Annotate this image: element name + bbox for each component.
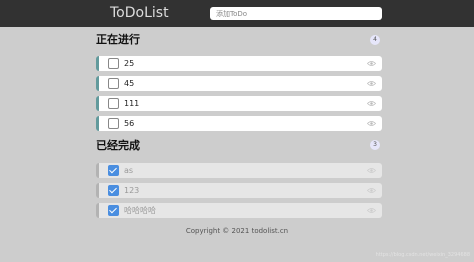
eye-icon[interactable] (367, 120, 376, 127)
todo-item-label[interactable]: 111 (124, 96, 139, 111)
todo-item: 56 (96, 116, 382, 131)
done-checkbox[interactable] (108, 205, 119, 216)
section-title-done: 已经完成 (96, 139, 140, 152)
eye-icon[interactable] (367, 167, 376, 174)
count-badge-done: 3 (370, 140, 380, 150)
todo-item-label[interactable]: 25 (124, 56, 134, 71)
todo-checkbox[interactable] (108, 98, 119, 109)
eye-icon[interactable] (367, 60, 376, 67)
done-item: 123 (96, 183, 382, 198)
done-item-label[interactable]: 123 (124, 183, 139, 198)
todo-checkbox[interactable] (108, 58, 119, 69)
count-badge-in-progress: 4 (370, 35, 380, 45)
done-item: 哈哈哈哈 (96, 203, 382, 218)
add-todo-input[interactable] (210, 7, 382, 20)
todo-item: 25 (96, 56, 382, 71)
header-bar: ToDoList (0, 0, 474, 27)
todo-item-label[interactable]: 56 (124, 116, 134, 131)
section-title-in-progress: 正在进行 (96, 33, 140, 46)
done-checkbox[interactable] (108, 185, 119, 196)
footer-copyright: Copyright © 2021 todolist.cn (185, 227, 289, 235)
todo-item: 45 (96, 76, 382, 91)
watermark: https://blog.csdn.net/weixin_3294688 (375, 252, 470, 258)
done-checkbox[interactable] (108, 165, 119, 176)
app-title: ToDoList (110, 5, 169, 21)
todo-checkbox[interactable] (108, 118, 119, 129)
todo-item: 111 (96, 96, 382, 111)
eye-icon[interactable] (367, 100, 376, 107)
todo-checkbox[interactable] (108, 78, 119, 89)
eye-icon[interactable] (367, 80, 376, 87)
done-item: as (96, 163, 382, 178)
eye-icon[interactable] (367, 187, 376, 194)
eye-icon[interactable] (367, 207, 376, 214)
done-item-label[interactable]: 哈哈哈哈 (124, 203, 156, 218)
done-item-label[interactable]: as (124, 163, 133, 178)
todo-item-label[interactable]: 45 (124, 76, 134, 91)
